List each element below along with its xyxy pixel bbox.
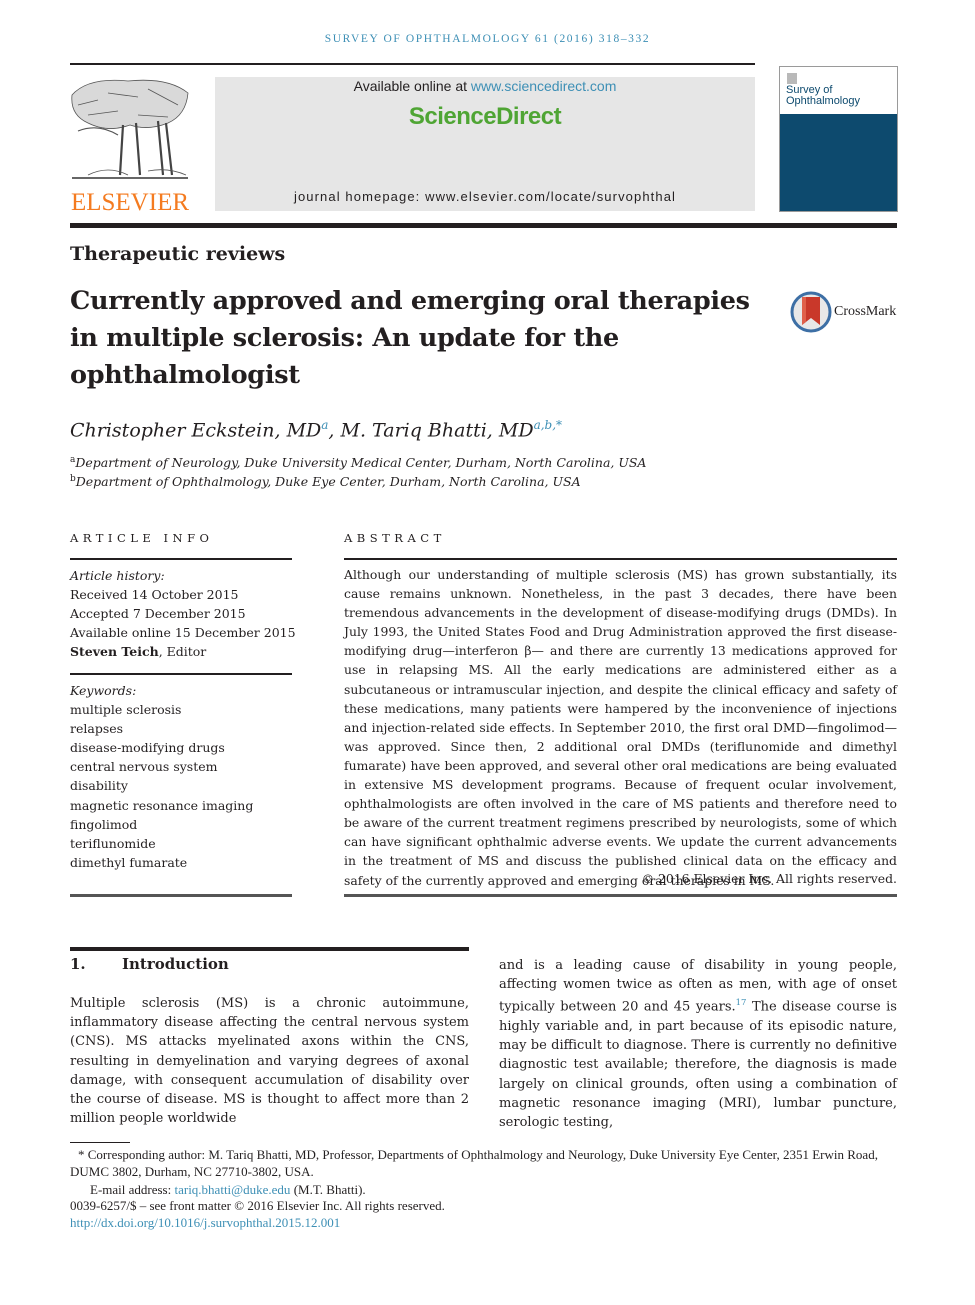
keyword: disability: [70, 778, 128, 794]
affiliation: bDepartment of Ophthalmology, Duke Eye C…: [70, 474, 581, 489]
affiliation-text: Department of Ophthalmology, Duke Eye Ce…: [75, 474, 581, 490]
cover-panel: [780, 114, 897, 211]
citation-link[interactable]: 17: [736, 998, 747, 1008]
section-heading: 1. Introduction: [70, 955, 229, 973]
doi-link-wrapper: http://dx.doi.org/10.1016/j.survophthal.…: [70, 1214, 900, 1231]
cover-emblem-icon: [787, 73, 797, 84]
keywords-label: Keywords:: [70, 683, 137, 698]
crossmark-label: CrossMark: [834, 304, 897, 319]
doi-link[interactable]: http://dx.doi.org/10.1016/j.survophthal.…: [70, 1215, 340, 1230]
keywords-rule: [70, 894, 292, 897]
corresponding-author-note: * Corresponding author: M. Tariq Bhatti,…: [70, 1147, 878, 1179]
elsevier-wordmark: ELSEVIER: [70, 189, 190, 216]
keywords: Keywords: multiple sclerosis relapses di…: [70, 681, 300, 872]
author-name[interactable]: M. Tariq Bhatti, MD: [341, 419, 534, 441]
issn-note: 0039-6257/$ – see front matter © 2016 El…: [70, 1198, 445, 1213]
article-history: Article history: Received 14 October 201…: [70, 566, 300, 661]
article-info-heading: ARTICLE INFO: [70, 531, 214, 545]
cover-title-line2: Ophthalmology: [786, 95, 860, 107]
affiliation-text: Department of Neurology, Duke University…: [75, 455, 647, 471]
section-rule: [70, 947, 469, 951]
abstract-copyright: © 2016 Elsevier Inc. All rights reserved…: [641, 871, 897, 886]
abstract-rule: [344, 558, 897, 560]
cover-title: Survey of Ophthalmology: [786, 85, 860, 107]
journal-cover: Survey of Ophthalmology: [779, 66, 898, 212]
running-head: SURVEY OF OPHTHALMOLOGY 61 (2016) 318–33…: [324, 33, 651, 45]
header-rule: [70, 63, 755, 65]
editor-name: Steven Teich: [70, 644, 159, 660]
abstract-bottom-rule: [344, 894, 897, 897]
section-title: Introduction: [122, 955, 229, 973]
paper-title: Currently approved and emerging oral the…: [70, 286, 750, 390]
keyword: relapses: [70, 721, 124, 737]
abstract-heading: ABSTRACT: [344, 531, 446, 545]
keyword: teriflunomide: [70, 835, 156, 851]
email-suffix: (M.T. Bhatti).: [290, 1182, 366, 1197]
editor: Steven Teich, Editor: [70, 642, 300, 661]
keyword: magnetic resonance imaging: [70, 797, 254, 813]
article-info-rule: [70, 558, 292, 560]
crossmark-icon: [790, 291, 832, 333]
online-date: Available online 15 December 2015: [70, 625, 296, 641]
keyword: dimethyl fumarate: [70, 854, 188, 870]
accepted-date: Accepted 7 December 2015: [70, 606, 246, 622]
article-history-rule: [70, 673, 292, 675]
crossmark-button[interactable]: CrossMark: [790, 291, 902, 333]
keyword: central nervous system: [70, 759, 218, 775]
author-affiliation-mark[interactable]: a,b,*: [534, 418, 562, 432]
section-number: 1.: [70, 955, 86, 973]
article-history-label: Article history:: [70, 568, 165, 583]
sciencedirect-logo: ScienceDirect: [408, 103, 562, 130]
article-section: Therapeutic reviews: [70, 243, 286, 265]
author-name[interactable]: Christopher Eckstein, MD: [70, 419, 321, 441]
email-link[interactable]: tariq.bhatti@duke.edu: [174, 1182, 290, 1197]
keyword: fingolimod: [70, 816, 138, 832]
body-column-right: and is a leading cause of disability in …: [499, 956, 897, 1132]
keyword: disease-modifying drugs: [70, 740, 225, 756]
author-list: Christopher Eckstein, MDa, M. Tariq Bhat…: [70, 418, 563, 442]
available-online: Available online at www.sciencedirect.co…: [215, 78, 755, 94]
available-prefix: Available online at: [353, 78, 471, 94]
abstract-text: Although our understanding of multiple s…: [344, 567, 897, 888]
journal-homepage[interactable]: journal homepage: www.elsevier.com/locat…: [215, 189, 755, 204]
footnote-rule: [70, 1142, 130, 1143]
affiliation: aDepartment of Neurology, Duke Universit…: [70, 455, 646, 470]
sciencedirect-link[interactable]: www.sciencedirect.com: [471, 78, 617, 94]
received-date: Received 14 October 2015: [70, 587, 239, 603]
email-label: E-mail address:: [90, 1182, 175, 1197]
email-note: E-mail address: tariq.bhatti@duke.edu (M…: [90, 1181, 920, 1198]
keyword: multiple sclerosis: [70, 702, 182, 718]
masthead-rule: [70, 223, 897, 228]
editor-suffix: , Editor: [158, 644, 207, 660]
author-affiliation-mark[interactable]: a: [321, 418, 328, 432]
body-column-left: Multiple sclerosis (MS) is a chronic aut…: [70, 996, 469, 1127]
body-text: The disease course is highly variable an…: [499, 999, 897, 1130]
